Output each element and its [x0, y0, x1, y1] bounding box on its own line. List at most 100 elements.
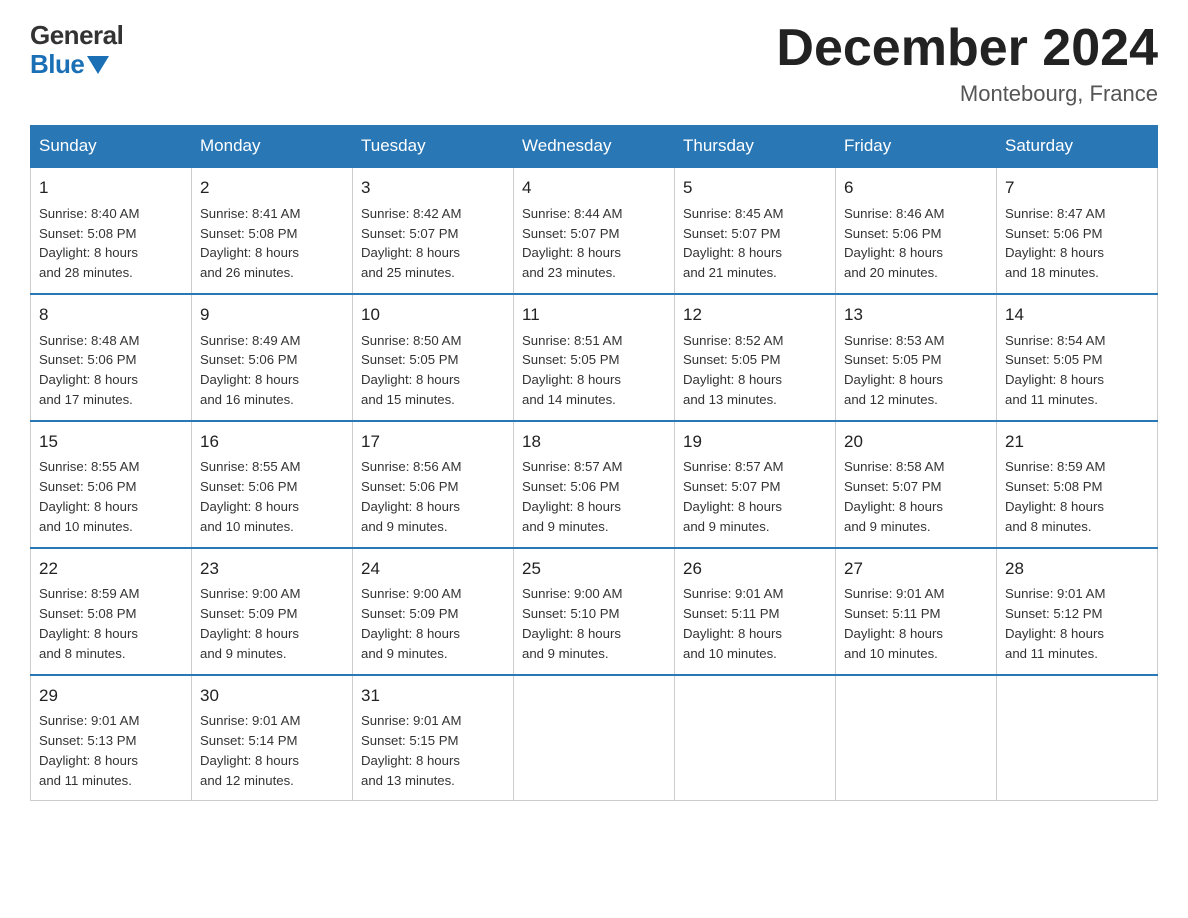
day-number: 31 — [361, 684, 505, 709]
day-info: Sunrise: 9:01 AMSunset: 5:11 PMDaylight:… — [683, 584, 827, 663]
calendar-cell — [675, 675, 836, 801]
day-info: Sunrise: 8:55 AMSunset: 5:06 PMDaylight:… — [39, 457, 183, 536]
logo-blue: Blue — [30, 51, 84, 77]
calendar-cell: 14 Sunrise: 8:54 AMSunset: 5:05 PMDayligh… — [997, 294, 1158, 421]
day-info: Sunrise: 8:56 AMSunset: 5:06 PMDaylight:… — [361, 457, 505, 536]
day-number: 27 — [844, 557, 988, 582]
day-info: Sunrise: 8:46 AMSunset: 5:06 PMDaylight:… — [844, 204, 988, 283]
day-number: 17 — [361, 430, 505, 455]
day-info: Sunrise: 9:00 AMSunset: 5:09 PMDaylight:… — [361, 584, 505, 663]
day-info: Sunrise: 8:58 AMSunset: 5:07 PMDaylight:… — [844, 457, 988, 536]
calendar-cell: 12Sunrise: 8:52 AMSunset: 5:05 PMDayligh… — [675, 294, 836, 421]
calendar-cell: 28Sunrise: 9:01 AMSunset: 5:12 PMDayligh… — [997, 548, 1158, 675]
day-number: 4 — [522, 176, 666, 201]
day-number: 8 — [39, 303, 183, 328]
day-number: 2 — [200, 176, 344, 201]
day-number: 19 — [683, 430, 827, 455]
day-info: Sunrise: 8:51 AMSunset: 5:05 PMDaylight:… — [522, 331, 666, 410]
calendar-cell: 21Sunrise: 8:59 AMSunset: 5:08 PMDayligh… — [997, 421, 1158, 548]
day-number: 30 — [200, 684, 344, 709]
col-header-saturday: Saturday — [997, 126, 1158, 168]
calendar-week-row: 15Sunrise: 8:55 AMSunset: 5:06 PMDayligh… — [31, 421, 1158, 548]
page-header: General Blue December 2024 Montebourg, F… — [30, 20, 1158, 107]
calendar-header-row: SundayMondayTuesdayWednesdayThursdayFrid… — [31, 126, 1158, 168]
day-info: Sunrise: 8:50 AMSunset: 5:05 PMDaylight:… — [361, 331, 505, 410]
day-number: 7 — [1005, 176, 1149, 201]
col-header-sunday: Sunday — [31, 126, 192, 168]
calendar-cell: 19Sunrise: 8:57 AMSunset: 5:07 PMDayligh… — [675, 421, 836, 548]
calendar-week-row: 29Sunrise: 9:01 AMSunset: 5:13 PMDayligh… — [31, 675, 1158, 801]
day-number: 16 — [200, 430, 344, 455]
col-header-friday: Friday — [836, 126, 997, 168]
day-number: 1 — [39, 176, 183, 201]
day-number: 15 — [39, 430, 183, 455]
day-info: Sunrise: 8:40 AMSunset: 5:08 PMDaylight:… — [39, 204, 183, 283]
day-info: Sunrise: 9:01 AMSunset: 5:13 PMDaylight:… — [39, 711, 183, 790]
day-info: Sunrise: 8:48 AMSunset: 5:06 PMDaylight:… — [39, 331, 183, 410]
day-number: 21 — [1005, 430, 1149, 455]
day-number: 6 — [844, 176, 988, 201]
day-info: Sunrise: 8:59 AMSunset: 5:08 PMDaylight:… — [39, 584, 183, 663]
calendar-cell: 4 Sunrise: 8:44 AMSunset: 5:07 PMDaylight… — [514, 167, 675, 294]
calendar-table: SundayMondayTuesdayWednesdayThursdayFrid… — [30, 125, 1158, 801]
logo: General Blue — [30, 20, 123, 77]
day-info: Sunrise: 9:01 AMSunset: 5:12 PMDaylight:… — [1005, 584, 1149, 663]
calendar-cell: 1 Sunrise: 8:40 AMSunset: 5:08 PMDaylight… — [31, 167, 192, 294]
day-info: Sunrise: 8:55 AMSunset: 5:06 PMDaylight:… — [200, 457, 344, 536]
day-info: Sunrise: 8:54 AMSunset: 5:05 PMDaylight:… — [1005, 331, 1149, 410]
calendar-cell: 16Sunrise: 8:55 AMSunset: 5:06 PMDayligh… — [192, 421, 353, 548]
calendar-week-row: 8 Sunrise: 8:48 AMSunset: 5:06 PMDaylight… — [31, 294, 1158, 421]
day-number: 3 — [361, 176, 505, 201]
calendar-cell: 22Sunrise: 8:59 AMSunset: 5:08 PMDayligh… — [31, 548, 192, 675]
calendar-cell: 31Sunrise: 9:01 AMSunset: 5:15 PMDayligh… — [353, 675, 514, 801]
day-number: 29 — [39, 684, 183, 709]
day-number: 22 — [39, 557, 183, 582]
day-info: Sunrise: 8:42 AMSunset: 5:07 PMDaylight:… — [361, 204, 505, 283]
day-info: Sunrise: 8:53 AMSunset: 5:05 PMDaylight:… — [844, 331, 988, 410]
day-info: Sunrise: 9:01 AMSunset: 5:15 PMDaylight:… — [361, 711, 505, 790]
calendar-cell: 15Sunrise: 8:55 AMSunset: 5:06 PMDayligh… — [31, 421, 192, 548]
calendar-cell: 20Sunrise: 8:58 AMSunset: 5:07 PMDayligh… — [836, 421, 997, 548]
day-number: 5 — [683, 176, 827, 201]
calendar-cell: 26Sunrise: 9:01 AMSunset: 5:11 PMDayligh… — [675, 548, 836, 675]
col-header-wednesday: Wednesday — [514, 126, 675, 168]
calendar-cell: 29Sunrise: 9:01 AMSunset: 5:13 PMDayligh… — [31, 675, 192, 801]
calendar-cell — [997, 675, 1158, 801]
day-info: Sunrise: 8:52 AMSunset: 5:05 PMDaylight:… — [683, 331, 827, 410]
calendar-cell: 24Sunrise: 9:00 AMSunset: 5:09 PMDayligh… — [353, 548, 514, 675]
day-info: Sunrise: 9:01 AMSunset: 5:14 PMDaylight:… — [200, 711, 344, 790]
day-number: 18 — [522, 430, 666, 455]
calendar-cell: 27Sunrise: 9:01 AMSunset: 5:11 PMDayligh… — [836, 548, 997, 675]
calendar-cell: 25Sunrise: 9:00 AMSunset: 5:10 PMDayligh… — [514, 548, 675, 675]
day-info: Sunrise: 8:49 AMSunset: 5:06 PMDaylight:… — [200, 331, 344, 410]
day-info: Sunrise: 9:00 AMSunset: 5:10 PMDaylight:… — [522, 584, 666, 663]
day-number: 14 — [1005, 303, 1149, 328]
day-number: 20 — [844, 430, 988, 455]
calendar-cell: 6 Sunrise: 8:46 AMSunset: 5:06 PMDaylight… — [836, 167, 997, 294]
calendar-cell: 11Sunrise: 8:51 AMSunset: 5:05 PMDayligh… — [514, 294, 675, 421]
calendar-cell: 9 Sunrise: 8:49 AMSunset: 5:06 PMDaylight… — [192, 294, 353, 421]
logo-text: General Blue — [30, 20, 123, 77]
calendar-cell: 8 Sunrise: 8:48 AMSunset: 5:06 PMDaylight… — [31, 294, 192, 421]
calendar-cell — [514, 675, 675, 801]
day-number: 9 — [200, 303, 344, 328]
day-info: Sunrise: 8:44 AMSunset: 5:07 PMDaylight:… — [522, 204, 666, 283]
day-number: 25 — [522, 557, 666, 582]
logo-triangle-icon — [87, 56, 109, 74]
day-number: 28 — [1005, 557, 1149, 582]
calendar-cell: 17Sunrise: 8:56 AMSunset: 5:06 PMDayligh… — [353, 421, 514, 548]
day-info: Sunrise: 8:57 AMSunset: 5:07 PMDaylight:… — [683, 457, 827, 536]
col-header-monday: Monday — [192, 126, 353, 168]
calendar-cell: 2 Sunrise: 8:41 AMSunset: 5:08 PMDaylight… — [192, 167, 353, 294]
day-info: Sunrise: 8:41 AMSunset: 5:08 PMDaylight:… — [200, 204, 344, 283]
calendar-week-row: 22Sunrise: 8:59 AMSunset: 5:08 PMDayligh… — [31, 548, 1158, 675]
day-number: 23 — [200, 557, 344, 582]
day-number: 24 — [361, 557, 505, 582]
calendar-cell: 30Sunrise: 9:01 AMSunset: 5:14 PMDayligh… — [192, 675, 353, 801]
calendar-cell: 13Sunrise: 8:53 AMSunset: 5:05 PMDayligh… — [836, 294, 997, 421]
month-title: December 2024 — [776, 20, 1158, 77]
day-info: Sunrise: 8:45 AMSunset: 5:07 PMDaylight:… — [683, 204, 827, 283]
calendar-cell: 23Sunrise: 9:00 AMSunset: 5:09 PMDayligh… — [192, 548, 353, 675]
calendar-cell: 7Sunrise: 8:47 AMSunset: 5:06 PMDaylight… — [997, 167, 1158, 294]
day-info: Sunrise: 8:57 AMSunset: 5:06 PMDaylight:… — [522, 457, 666, 536]
